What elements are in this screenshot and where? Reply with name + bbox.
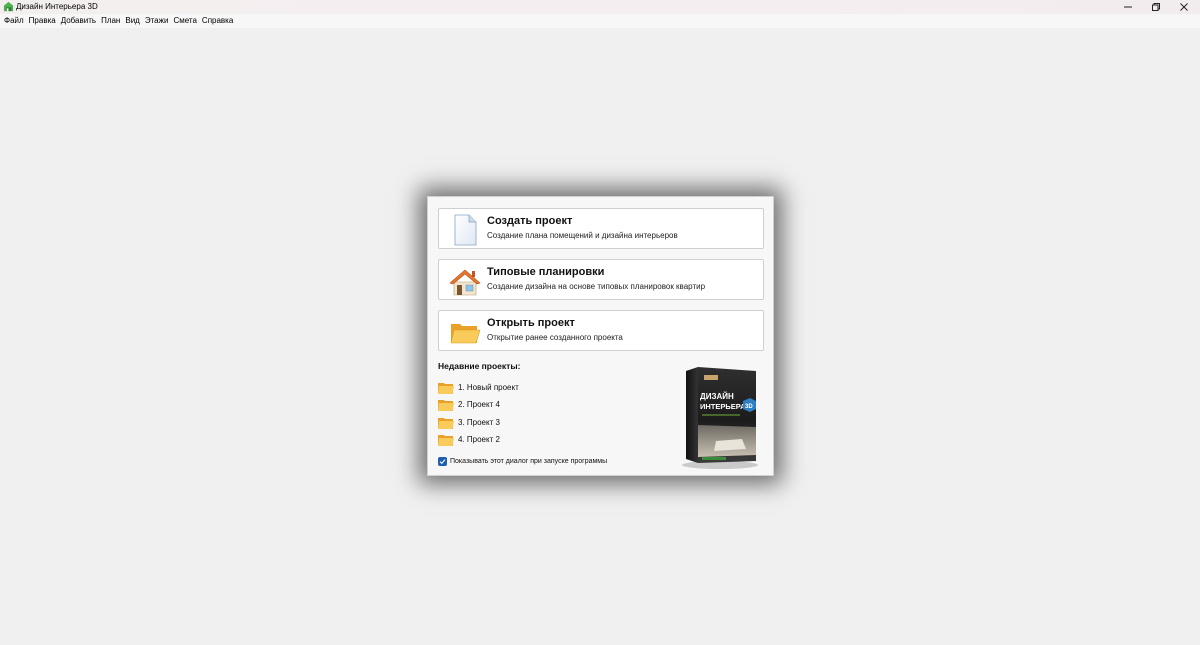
product-box-line2: ИНТЕРЬЕРА [700,402,746,411]
menu-add[interactable]: Добавить [60,15,100,27]
show-on-startup-label: Показывать этот диалог при запуске прогр… [450,458,608,465]
folder-icon [438,400,454,412]
show-on-startup-checkbox[interactable]: Показывать этот диалог при запуске прогр… [438,457,607,466]
menu-bar: Файл Правка Добавить План Вид Этажи Смет… [0,14,1200,28]
folder-icon [438,417,454,429]
typical-layouts-button[interactable]: Типовые планировки Создание дизайна на о… [438,259,764,300]
create-project-button[interactable]: Создать проект Создание плана помещений … [438,208,764,249]
open-project-button[interactable]: Открыть проект Открытие ранее созданного… [438,310,764,351]
window-title: Дизайн Интерьера 3D [16,2,98,11]
recent-project-item[interactable]: 4. Проект 2 [438,432,638,450]
folder-icon [438,435,454,447]
blank-document-icon [454,214,477,246]
recent-project-label: 1. Новый проект [458,382,519,392]
close-button[interactable] [1170,0,1198,13]
typical-layouts-title: Типовые планировки [487,266,605,278]
house-icon [449,269,481,296]
recent-project-label: 2. Проект 4 [458,400,500,410]
product-box-image: ДИЗАЙН ИНТЕРЬЕРА 3D [682,367,758,469]
create-project-description: Создание плана помещений и дизайна интер… [487,231,678,240]
create-project-title: Создать проект [487,215,573,227]
menu-plan[interactable]: План [100,15,124,27]
minimize-button[interactable] [1114,0,1142,13]
product-box-line1: ДИЗАЙН [700,392,734,401]
app-logo-icon [3,1,14,12]
recent-project-label: 3. Проект 3 [458,417,500,427]
title-bar: Дизайн Интерьера 3D [0,0,1200,13]
restore-icon [1152,2,1160,11]
checkmark-icon [439,459,446,465]
recent-project-item[interactable]: 3. Проект 3 [438,414,638,432]
menu-edit[interactable]: Правка [28,15,60,27]
open-project-description: Открытие ранее созданного проекта [487,333,623,342]
recent-projects-list: 1. Новый проект 2. Проект 4 3. Проект 3 … [438,379,638,449]
menu-file[interactable]: Файл [3,15,28,27]
menu-floors[interactable]: Этажи [144,15,173,27]
recent-project-label: 4. Проект 2 [458,435,500,445]
recent-project-item[interactable]: 1. Новый проект [438,379,638,397]
product-box-badge: 3D [745,404,753,410]
menu-help[interactable]: Справка [201,15,237,27]
recent-projects-heading: Недавние проекты: [438,361,521,371]
start-dialog: Создать проект Создание плана помещений … [427,196,774,476]
checkbox-checked[interactable] [438,457,447,466]
open-project-title: Открыть проект [487,317,575,329]
close-icon [1180,2,1188,11]
menu-estimate[interactable]: Смета [172,15,200,27]
minimize-icon [1124,6,1132,7]
recent-project-item[interactable]: 2. Проект 4 [438,397,638,415]
menu-view[interactable]: Вид [124,15,143,27]
typical-layouts-description: Создание дизайна на основе типовых плани… [487,282,706,291]
folder-icon [438,382,454,394]
restore-button[interactable] [1142,0,1170,13]
open-folder-icon [450,324,481,344]
